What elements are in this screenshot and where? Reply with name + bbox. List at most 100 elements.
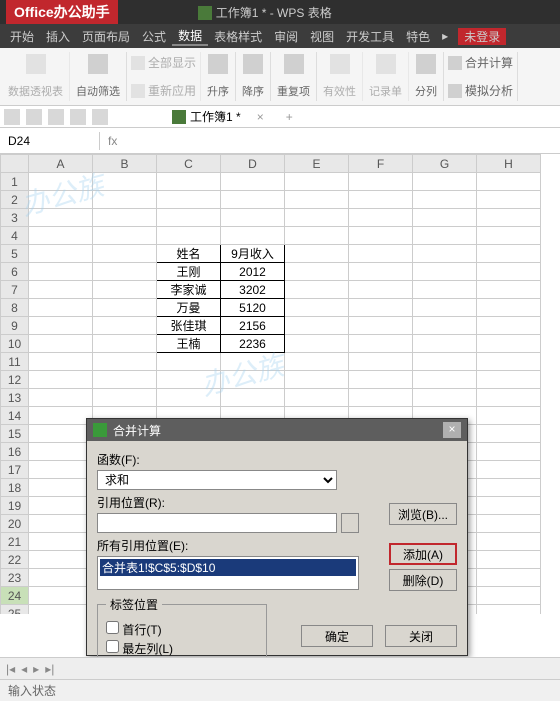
column-header[interactable]: H [477,155,541,173]
cell[interactable] [221,371,285,389]
cell[interactable] [29,605,93,615]
row-header[interactable]: 21 [1,533,29,551]
menu-start[interactable]: 开始 [4,28,40,45]
qat-undo-icon[interactable] [70,109,86,125]
cell[interactable]: 万曼 [157,299,221,317]
ribbon-autofilter[interactable]: 自动筛选 [70,52,127,101]
cell[interactable] [29,443,93,461]
cell[interactable] [221,173,285,191]
cell[interactable] [157,353,221,371]
column-header[interactable]: E [285,155,349,173]
cell[interactable] [477,443,541,461]
column-header[interactable]: G [413,155,477,173]
add-button[interactable]: 添加(A) [389,543,457,565]
cell[interactable] [29,461,93,479]
sheet-nav-next-icon[interactable]: ▸ [33,662,39,676]
cell[interactable] [349,317,413,335]
cell[interactable] [349,335,413,353]
cell[interactable] [349,209,413,227]
cell[interactable] [29,317,93,335]
cell[interactable]: 2012 [221,263,285,281]
column-header[interactable]: D [221,155,285,173]
cell[interactable] [29,209,93,227]
browse-button[interactable]: 浏览(B)... [389,503,457,525]
fx-icon[interactable]: fx [100,132,125,150]
cell[interactable] [221,209,285,227]
cell[interactable] [413,389,477,407]
cell[interactable] [285,389,349,407]
row-header[interactable]: 11 [1,353,29,371]
left-col-checkbox[interactable]: 最左列(L) [106,640,258,657]
reference-list-item[interactable]: 合并表1!$C$5:$D$10 [100,559,356,576]
menu-review[interactable]: 审阅 [268,28,304,45]
cell[interactable] [285,335,349,353]
menu-layout[interactable]: 页面布局 [76,28,136,45]
cell[interactable] [477,389,541,407]
ribbon-validate[interactable]: 有效性 [317,52,363,101]
row-header[interactable]: 12 [1,371,29,389]
cell[interactable] [29,299,93,317]
cell[interactable]: 王刚 [157,263,221,281]
cell[interactable] [413,209,477,227]
cell[interactable] [93,209,157,227]
cell[interactable]: 2236 [221,335,285,353]
cell[interactable] [157,389,221,407]
cell[interactable] [477,209,541,227]
cell[interactable] [285,191,349,209]
workbook-tab[interactable]: 工作簿1 * × [164,106,272,127]
cell[interactable] [349,281,413,299]
cell[interactable] [29,551,93,569]
cell[interactable] [93,173,157,191]
cell[interactable] [477,227,541,245]
cell[interactable] [93,299,157,317]
cell[interactable] [285,245,349,263]
cell[interactable] [413,245,477,263]
cell[interactable] [477,461,541,479]
sheet-nav-first-icon[interactable]: |◂ [6,662,15,676]
cell[interactable] [29,281,93,299]
delete-button[interactable]: 删除(D) [389,569,457,591]
cell[interactable] [93,317,157,335]
menu-data[interactable]: 数据 [172,27,208,46]
cell[interactable] [29,497,93,515]
cell[interactable] [157,209,221,227]
cell[interactable] [285,299,349,317]
cell[interactable] [477,569,541,587]
ribbon-show-all[interactable]: 全部显示 [131,54,196,71]
cell[interactable] [29,191,93,209]
cell[interactable] [413,335,477,353]
cell[interactable] [93,263,157,281]
cell[interactable]: 9月收入 [221,245,285,263]
cell[interactable] [413,281,477,299]
cell[interactable] [29,569,93,587]
cell[interactable]: 5120 [221,299,285,317]
column-header[interactable]: C [157,155,221,173]
column-header[interactable]: A [29,155,93,173]
cell[interactable] [29,389,93,407]
cell[interactable] [477,335,541,353]
qat-print-icon[interactable] [26,109,42,125]
cell[interactable] [477,263,541,281]
cell[interactable] [477,515,541,533]
row-header[interactable]: 24 [1,587,29,605]
row-header[interactable]: 5 [1,245,29,263]
cell[interactable] [157,191,221,209]
cell[interactable] [285,227,349,245]
cell[interactable] [477,497,541,515]
column-header[interactable]: B [93,155,157,173]
cell[interactable] [413,227,477,245]
ribbon-consolidate[interactable]: 合并计算 [448,54,513,71]
cell[interactable] [349,299,413,317]
new-tab-icon[interactable]: + [286,110,293,124]
cell[interactable] [285,371,349,389]
cell[interactable] [349,389,413,407]
cell[interactable] [29,227,93,245]
dialog-title-bar[interactable]: 合并计算 × [87,419,467,441]
cell[interactable] [477,479,541,497]
cell[interactable] [413,263,477,281]
cell[interactable] [349,353,413,371]
cell[interactable] [221,191,285,209]
cell[interactable] [93,281,157,299]
ribbon-reapply[interactable]: 重新应用 [131,82,196,99]
row-header[interactable]: 18 [1,479,29,497]
